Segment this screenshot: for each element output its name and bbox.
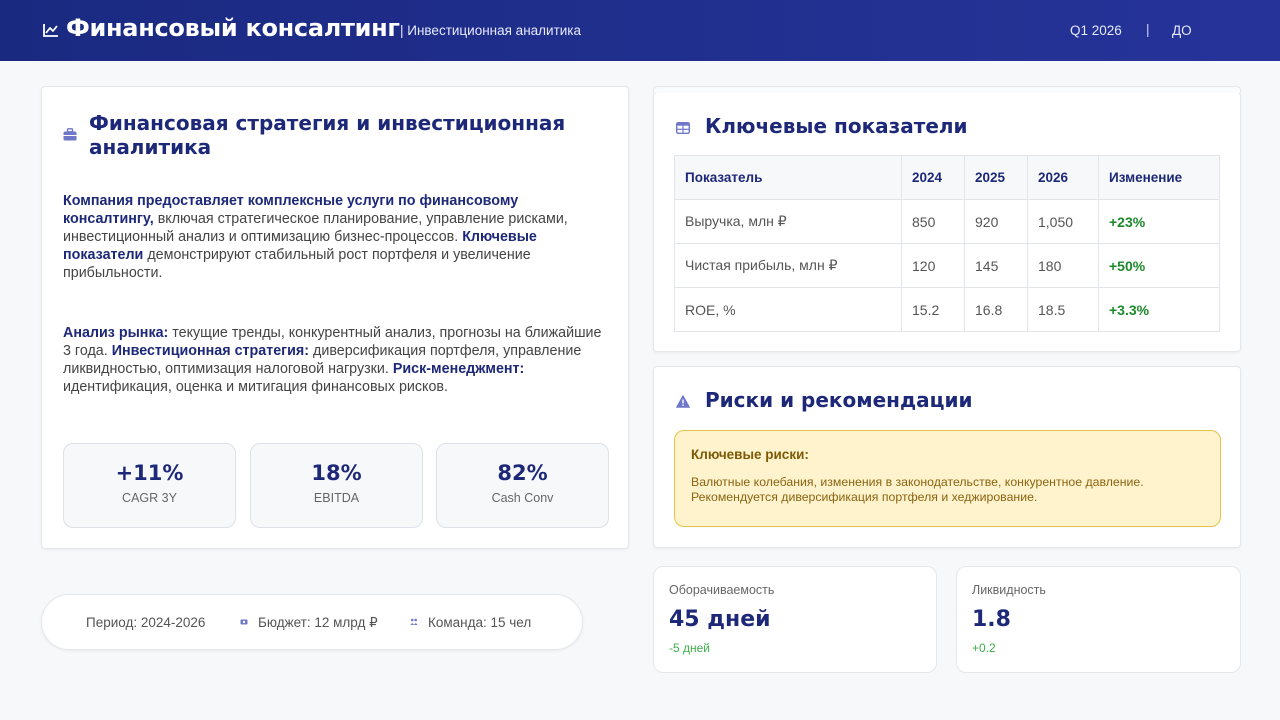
table-cell: 1,050 xyxy=(1027,199,1099,244)
table-row: ROE, % 15.2 16.8 18.5 +3.3% xyxy=(674,287,1220,332)
table-icon xyxy=(676,122,690,134)
alert-text: Валютные колебания, изменения в законода… xyxy=(691,475,1144,504)
chart-line-icon xyxy=(43,24,58,37)
kpi-value: +11% xyxy=(115,461,184,485)
table-cell: Выручка, млн ₽ xyxy=(674,199,902,244)
budget-icon xyxy=(240,619,248,625)
column-header: 2025 xyxy=(964,155,1028,200)
kpi-label: EBITDA xyxy=(313,491,360,505)
strategy-paragraph-2: Анализ рынка: текущие тренды, конкурентн… xyxy=(63,324,608,396)
metrics-card: Ключевые показатели Показатель 2024 2025… xyxy=(653,86,1241,352)
risk-alert: Ключевые риски: Валютные колебания, изме… xyxy=(674,430,1221,527)
bold-text: Риск-менеджмент: xyxy=(392,361,525,377)
project-info-bar: Период: 2024-2026 Бюджет: 12 млрд ₽ Кома… xyxy=(41,594,583,650)
kpi-card-ebitda: 18% EBITDA xyxy=(250,443,423,528)
table-cell: ROE, % xyxy=(674,287,902,332)
bold-text: Анализ рынка: xyxy=(63,325,169,341)
table-cell: Чистая прибыль, млн ₽ xyxy=(674,243,902,288)
text: идентификация, оценка и митигация финанс… xyxy=(63,379,448,395)
strategy-title: Финансовая стратегия и инвестиционная ан… xyxy=(89,111,566,159)
kpi-label: CAGR 3Y xyxy=(122,491,177,505)
table-header-row: Показатель 2024 2025 2026 Изменение xyxy=(674,155,1220,200)
column-header: 2024 xyxy=(901,155,965,200)
change-cell: +3.3% xyxy=(1098,287,1220,332)
column-header: Показатель xyxy=(674,155,902,200)
table-cell: 120 xyxy=(901,243,965,288)
kpi-value: 18% xyxy=(311,461,362,485)
table-cell: 18.5 xyxy=(1027,287,1099,332)
app-title: Финансовый консалтинг xyxy=(66,14,400,42)
table-cell: 145 xyxy=(964,243,1028,288)
stat-card-liquidity: Ликвидность 1.8 +0.2 xyxy=(956,566,1241,673)
table-cell: 15.2 xyxy=(901,287,965,332)
change-cell: +23% xyxy=(1098,199,1220,244)
table-cell: 920 xyxy=(964,199,1028,244)
stat-delta: -5 дней xyxy=(669,641,711,655)
kpi-value: 82% xyxy=(497,461,548,485)
stat-delta: +0.2 xyxy=(972,641,996,655)
team-icon xyxy=(410,618,418,625)
stat-label: Ликвидность xyxy=(972,583,1046,597)
kpi-label: Cash Conv xyxy=(491,491,554,505)
stat-label: Оборачиваемость xyxy=(669,583,775,597)
bold-text: Инвестиционная стратегия: xyxy=(111,343,310,359)
stat-card-turnover: Оборачиваемость 45 дней -5 дней xyxy=(653,566,937,673)
risks-card: Риски и рекомендации Ключевые риски: Вал… xyxy=(653,366,1241,548)
column-header: 2026 xyxy=(1027,155,1099,200)
change-cell: +50% xyxy=(1098,243,1220,288)
kpi-card-cagr: +11% CAGR 3Y xyxy=(63,443,236,528)
team-info: Команда: 15 чел xyxy=(428,615,532,630)
alert-title: Ключевые риски: xyxy=(691,447,809,462)
table-cell: 850 xyxy=(901,199,965,244)
stat-value: 1.8 xyxy=(972,607,1011,632)
table-cell: 16.8 xyxy=(964,287,1028,332)
app-header: Финансовый консалтинг | Инвестиционная а… xyxy=(0,0,1280,61)
strategy-card: Финансовая стратегия и инвестиционная ан… xyxy=(41,86,629,549)
risks-title: Риски и рекомендации xyxy=(705,388,973,412)
metrics-table: Показатель 2024 2025 2026 Изменение Выру… xyxy=(674,155,1220,332)
warning-icon xyxy=(676,395,690,408)
period-label[interactable]: Q1 2026 xyxy=(1070,23,1122,38)
user-initials[interactable]: ДО xyxy=(1172,23,1192,38)
briefcase-icon xyxy=(63,128,77,141)
table-row: Выручка, млн ₽ 850 920 1,050 +23% xyxy=(674,199,1220,244)
period-info: Период: 2024-2026 xyxy=(86,615,206,630)
kpi-card-cash-conv: 82% Cash Conv xyxy=(436,443,609,528)
table-cell: 180 xyxy=(1027,243,1099,288)
metrics-title: Ключевые показатели xyxy=(705,114,968,138)
table-row: Чистая прибыль, млн ₽ 120 145 180 +50% xyxy=(674,243,1220,288)
column-header: Изменение xyxy=(1098,155,1220,200)
header-separator: | xyxy=(1146,22,1150,37)
budget-info: Бюджет: 12 млрд ₽ xyxy=(258,615,378,630)
app-subtitle: | Инвестиционная аналитика xyxy=(400,23,582,38)
stat-value: 45 дней xyxy=(669,607,771,632)
strategy-paragraph-1: Компания предоставляет комплексные услуг… xyxy=(63,192,608,282)
